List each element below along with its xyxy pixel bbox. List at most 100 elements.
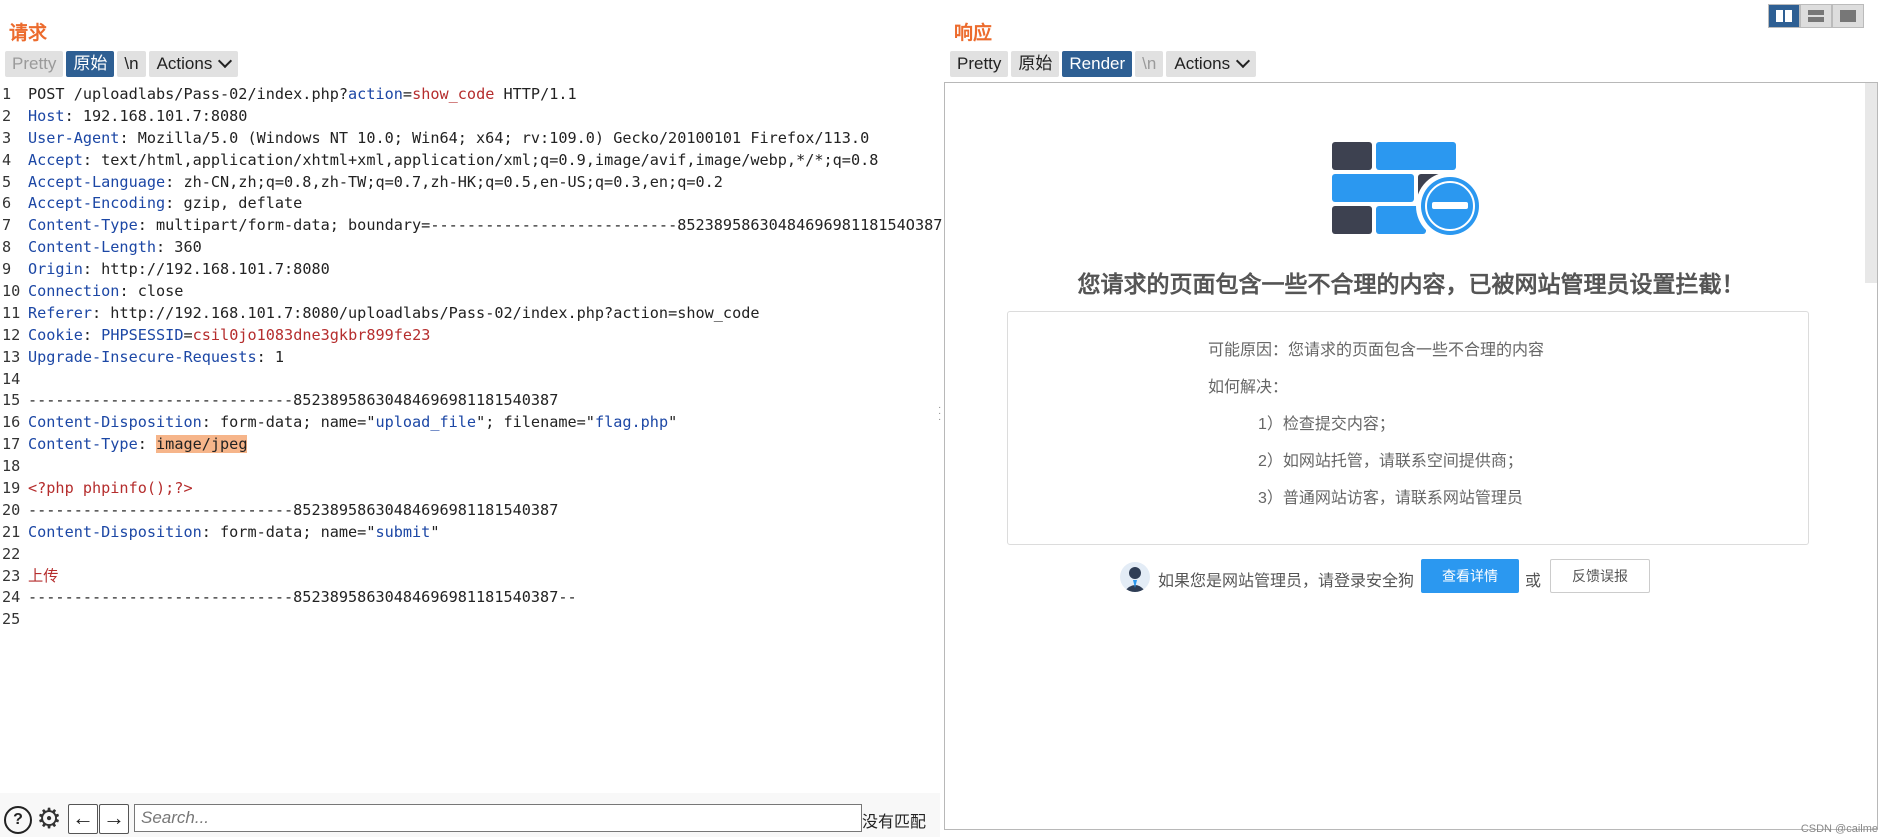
token: : multipart/form-data; boundary=--------…	[137, 216, 943, 235]
line-text: Content-Length: 360	[28, 237, 202, 259]
chevron-down-icon	[218, 53, 233, 69]
code-line: 22	[0, 544, 938, 566]
token: : http://192.168.101.7:8080	[82, 260, 330, 279]
request-title: 请求	[9, 23, 48, 44]
line-number: 11	[2, 303, 21, 322]
token: : text/html,application/xhtml+xml,applic…	[82, 150, 879, 169]
line-text: Connection: close	[28, 281, 183, 303]
token: Cookie	[28, 325, 83, 344]
line-number: 10	[2, 282, 21, 301]
back-arrow-icon[interactable]: ←	[68, 804, 98, 834]
code-line: 3 User-Agent: Mozilla/5.0 (Windows NT 10.…	[0, 128, 938, 150]
token: : form-data; name="	[201, 522, 376, 541]
line-text: Referer: http://192.168.101.7:8080/uploa…	[28, 303, 760, 325]
token: : zh-CN,zh;q=0.8,zh-TW;q=0.7,zh-HK;q=0.5…	[165, 172, 723, 191]
token: -----------------------------85238958630…	[28, 588, 577, 607]
single-view-icon[interactable]	[1832, 4, 1864, 28]
actions-label: Actions	[156, 54, 213, 73]
request-tabs: Pretty 原始 \n Actions	[5, 51, 239, 77]
line-number: 19	[2, 479, 21, 498]
search-bar: ? ⚙ ← → 没有匹配	[0, 793, 940, 837]
token: upload_file	[375, 413, 477, 432]
line-number: 18	[2, 457, 21, 476]
line-text: Content-Type: image/jpeg	[28, 434, 248, 456]
line-number: 4	[2, 150, 12, 169]
line-number: 12	[2, 325, 21, 344]
token: -----------------------------85238958630…	[28, 500, 559, 519]
request-editor[interactable]: 1 POST /uploadlabs/Pass-02/index.php?acti…	[0, 84, 942, 631]
actions-dropdown[interactable]: Actions	[1166, 51, 1257, 77]
code-line: 19 <?php phpinfo();?>	[0, 478, 938, 500]
line-text: User-Agent: Mozilla/5.0 (Windows NT 10.0…	[28, 128, 869, 150]
token: :	[137, 435, 157, 454]
token: image/jpeg	[156, 435, 248, 454]
line-number: 14	[2, 369, 21, 388]
token: : http://192.168.101.7:8080/uploadlabs/P…	[92, 303, 760, 322]
line-text: -----------------------------85238958630…	[28, 500, 558, 522]
tab-newline[interactable]: \n	[117, 51, 146, 77]
line-text: Content-Disposition: form-data; name="su…	[28, 522, 440, 544]
token: : 1	[256, 347, 285, 366]
admin-footer: 如果您是网站管理员，请登录安全狗 查看详情 或 反馈误报	[945, 559, 1877, 595]
report-false-positive-button[interactable]: 反馈误报	[1550, 559, 1650, 593]
response-title: 响应	[954, 23, 993, 44]
code-line: 18	[0, 456, 938, 478]
line-text: -----------------------------85238958630…	[28, 587, 577, 609]
token: Content-Disposition	[28, 522, 202, 541]
tab-render[interactable]: Render	[1062, 51, 1133, 77]
chevron-down-icon	[1236, 53, 1251, 69]
search-input[interactable]	[134, 804, 862, 832]
line-number: 24	[2, 588, 21, 607]
code-line: 5 Accept-Language: zh-CN,zh;q=0.8,zh-TW;q…	[0, 172, 938, 194]
line-number: 17	[2, 435, 21, 454]
forward-arrow-icon[interactable]: →	[99, 804, 129, 834]
line-text: -----------------------------85238958630…	[28, 390, 558, 412]
token: User-Agent	[28, 128, 120, 147]
tab-pretty[interactable]: Pretty	[950, 51, 1009, 77]
code-line: 12 Cookie: PHPSESSID=csil0jo1083dne3gkbr8…	[0, 325, 938, 347]
split-view-icon[interactable]	[1768, 4, 1800, 28]
token: Accept	[28, 150, 83, 169]
code-line: 16 Content-Disposition: form-data; name="…	[0, 412, 938, 434]
gear-icon[interactable]: ⚙	[34, 804, 64, 834]
line-text: <?php phpinfo();?>	[28, 478, 193, 500]
view-details-button[interactable]: 查看详情	[1421, 559, 1519, 593]
scrollbar[interactable]	[1865, 83, 1877, 283]
tab-raw[interactable]: 原始	[66, 51, 115, 77]
token: : 360	[156, 238, 202, 257]
line-number: 13	[2, 347, 21, 366]
code-line: 21 Content-Disposition: form-data; name="…	[0, 522, 938, 544]
token: "	[668, 413, 678, 432]
tab-newline[interactable]: \n	[1135, 51, 1164, 77]
admin-hint-text: 如果您是网站管理员，请登录安全狗	[1158, 573, 1415, 590]
code-line: 24 -----------------------------852389586…	[0, 587, 938, 609]
line-number: 9	[2, 260, 12, 279]
help-icon[interactable]: ?	[4, 806, 32, 834]
line-text: 上传	[28, 566, 58, 588]
token: Upgrade-Insecure-Requests	[28, 347, 257, 366]
token: action	[348, 85, 403, 103]
tab-raw[interactable]: 原始	[1011, 51, 1060, 77]
render-frame: 您请求的页面包含一些不合理的内容，已被网站管理员设置拦截！ 可能原因：您请求的页…	[944, 82, 1878, 830]
code-line: 1 POST /uploadlabs/Pass-02/index.php?acti…	[0, 84, 938, 106]
or-text: 或	[1525, 573, 1542, 590]
reason-text: 可能原因：您请求的页面包含一些不合理的内容	[1208, 342, 1545, 359]
line-text: Host: 192.168.101.7:8080	[28, 106, 247, 128]
line-number: 1	[2, 85, 12, 103]
stacked-view-icon[interactable]	[1800, 4, 1832, 28]
code-line: 6 Accept-Encoding: gzip, deflate	[0, 193, 938, 215]
step-item: 3）普通网站访客，请联系网站管理员	[1258, 490, 1523, 507]
line-number: 3	[2, 128, 12, 147]
tab-pretty[interactable]: Pretty	[5, 51, 64, 77]
actions-dropdown[interactable]: Actions	[148, 51, 239, 77]
token: : gzip, deflate	[165, 194, 303, 213]
token: Origin	[28, 260, 83, 279]
line-text: Upgrade-Insecure-Requests: 1	[28, 347, 284, 369]
token: -----------------------------85238958630…	[28, 391, 559, 410]
info-box: 可能原因：您请求的页面包含一些不合理的内容 如何解决： 1）检查提交内容； 2）…	[1007, 311, 1809, 545]
firewall-block-icon	[1332, 142, 1484, 240]
token: flag.php	[594, 413, 669, 432]
line-text: Cookie: PHPSESSID=csil0jo1083dne3gkbr899…	[28, 325, 430, 347]
line-text: Accept-Encoding: gzip, deflate	[28, 193, 302, 215]
token: :	[82, 325, 102, 344]
